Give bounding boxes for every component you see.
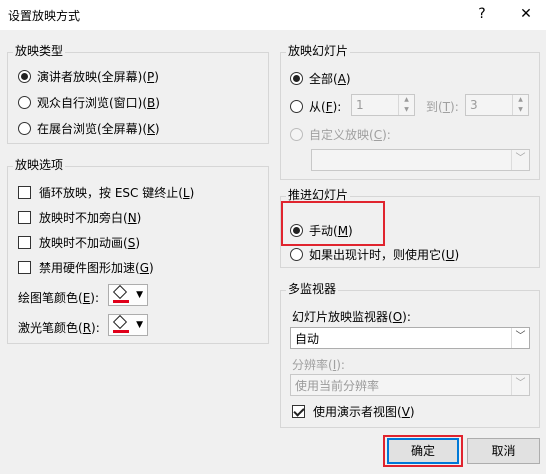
paint-bucket-icon — [112, 314, 129, 333]
slides-label: 放映幻灯片 — [286, 42, 351, 59]
radio-kiosk-indicator[interactable] — [18, 122, 31, 135]
radio-from-slide[interactable]: 从(F): — [290, 98, 341, 115]
radio-all-slides[interactable]: 全部(A) — [290, 70, 351, 87]
radio-audience-indicator[interactable] — [18, 96, 31, 109]
show-type-label: 放映类型 — [13, 42, 66, 59]
check-no-narration[interactable]: 放映时不加旁白(N) — [18, 209, 141, 226]
check-no-animation-box[interactable] — [18, 236, 31, 249]
resolution-dropdown[interactable]: 使用当前分辨率 ﹀ — [290, 374, 530, 396]
spin-down-icon[interactable]: ▼ — [513, 105, 528, 115]
radio-presenter-indicator[interactable] — [18, 70, 31, 83]
to-slide-spinner[interactable]: 3 ▲ ▼ — [465, 94, 529, 116]
radio-custom-show-indicator[interactable] — [290, 128, 303, 141]
radio-use-timings-indicator[interactable] — [290, 248, 303, 261]
dropdown-arrow-icon: ▼ — [136, 290, 143, 300]
help-button[interactable]: ? — [464, 0, 500, 30]
spin-down-icon[interactable]: ▼ — [399, 105, 414, 115]
monitor-dropdown[interactable]: 自动 ﹀ — [290, 327, 530, 349]
resolution-label: 分辨率(I): — [292, 357, 345, 373]
from-slide-spinner[interactable]: 1 ▲ ▼ — [351, 94, 415, 116]
dialog-title: 设置放映方式 — [8, 9, 81, 23]
to-slide-label: 到(T): — [426, 99, 459, 115]
check-disable-hw-accel-box[interactable] — [18, 261, 31, 274]
laser-color-label: 激光笔颜色(R): — [18, 320, 100, 336]
monitors-label: 多监视器 — [286, 280, 339, 297]
radio-custom-show[interactable]: 自定义放映(C): — [290, 126, 391, 143]
chevron-down-icon: ﹀ — [511, 375, 529, 395]
check-loop-box[interactable] — [18, 186, 31, 199]
ok-highlight-box — [383, 435, 463, 467]
close-button[interactable]: ✕ — [508, 0, 544, 30]
chevron-down-icon: ﹀ — [511, 328, 529, 348]
spin-up-icon[interactable]: ▲ — [399, 95, 414, 105]
laser-color-picker[interactable]: ▼ — [108, 314, 148, 336]
pen-color-label: 绘图笔颜色(E): — [18, 290, 100, 306]
dropdown-arrow-icon: ▼ — [136, 320, 143, 330]
monitor-label: 幻灯片放映监视器(O): — [292, 309, 411, 325]
paint-bucket-icon — [112, 284, 129, 303]
check-presenter-view-box[interactable] — [292, 405, 305, 418]
chevron-down-icon: ﹀ — [511, 150, 529, 170]
check-no-narration-box[interactable] — [18, 211, 31, 224]
radio-kiosk[interactable]: 在展台浏览(全屏幕)(K) — [18, 120, 160, 137]
check-presenter-view[interactable]: 使用演示者视图(V) — [292, 403, 415, 420]
custom-show-dropdown[interactable]: ﹀ — [311, 149, 530, 171]
check-loop[interactable]: 循环放映，按 ESC 键终止(L) — [18, 184, 194, 201]
pen-color-picker[interactable]: ▼ — [108, 284, 148, 306]
radio-all-slides-indicator[interactable] — [290, 72, 303, 85]
radio-audience[interactable]: 观众自行浏览(窗口)(B) — [18, 94, 160, 111]
highlight-box — [281, 201, 385, 246]
radio-presenter[interactable]: 演讲者放映(全屏幕)(P) — [18, 68, 159, 85]
radio-use-timings[interactable]: 如果出现计时，则使用它(U) — [290, 246, 459, 263]
check-disable-hw-accel[interactable]: 禁用硬件图形加速(G) — [18, 259, 154, 276]
show-options-label: 放映选项 — [13, 156, 66, 173]
radio-from-slide-indicator[interactable] — [290, 100, 303, 113]
check-no-animation[interactable]: 放映时不加动画(S) — [18, 234, 140, 251]
spin-up-icon[interactable]: ▲ — [513, 95, 528, 105]
cancel-button[interactable]: 取消 — [467, 438, 540, 464]
